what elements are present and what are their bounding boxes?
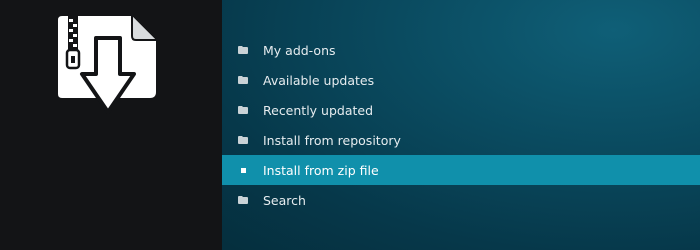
addon-menu: My add-ons Available updates Recently up… (222, 35, 700, 215)
menu-item-label: My add-ons (263, 42, 336, 58)
menu-item-my-add-ons[interactable]: My add-ons (222, 35, 700, 65)
menu-item-recently-updated[interactable]: Recently updated (222, 95, 700, 125)
folder-icon (238, 75, 248, 85)
menu-item-install-from-zip-file[interactable]: Install from zip file (222, 155, 700, 185)
square-bullet-icon (238, 165, 248, 175)
menu-item-label: Available updates (263, 72, 375, 88)
menu-item-label: Install from zip file (263, 162, 379, 178)
folder-icon (238, 45, 248, 55)
folder-icon (238, 135, 248, 145)
menu-item-label: Recently updated (263, 102, 374, 118)
folder-icon (238, 195, 248, 205)
menu-item-install-from-repository[interactable]: Install from repository (222, 125, 700, 155)
menu-item-label: Install from repository (263, 132, 401, 148)
zip-file-download-icon (58, 16, 156, 114)
right-panel: My add-ons Available updates Recently up… (222, 0, 700, 250)
folder-icon (238, 105, 248, 115)
left-panel (0, 0, 222, 250)
menu-item-label: Search (263, 192, 306, 208)
addon-browser-window: My add-ons Available updates Recently up… (0, 0, 700, 250)
menu-item-search[interactable]: Search (222, 185, 700, 215)
menu-item-available-updates[interactable]: Available updates (222, 65, 700, 95)
